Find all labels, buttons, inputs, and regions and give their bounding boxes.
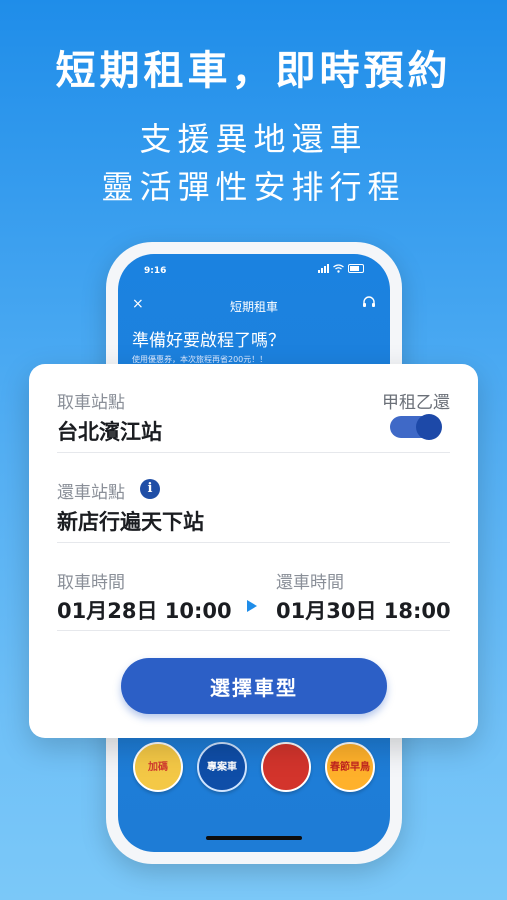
signal-icon [318,264,329,273]
wifi-icon [333,264,344,273]
return-time-label: 還車時間 [276,573,344,593]
status-time: 9:16 [144,266,167,276]
oneway-rental-label: 甲租乙還 [382,393,450,413]
promo-title: 短期租車，即時預約 [55,48,452,94]
return-time-value[interactable]: 01月30日 18:00 [276,595,451,625]
info-icon[interactable]: i [140,479,160,499]
festival-icon[interactable] [261,742,311,792]
trip-question: 準備好要啟程了嗎？ [132,331,285,351]
divider [57,452,450,453]
status-bar: 9:16 [118,264,390,280]
divider [57,542,450,543]
oneway-rental-toggle[interactable] [390,414,442,440]
pickup-time-value[interactable]: 01月28日 10:00 [57,595,232,625]
return-station-value[interactable]: 新店行遍天下站 [57,506,204,536]
pickup-time-label: 取車時間 [57,573,125,593]
customer-service-icon[interactable] [362,296,376,310]
spring-early-bird-icon[interactable]: 春節早鳥 [325,742,375,792]
battery-icon [348,264,364,273]
home-indicator [206,836,302,840]
pickup-station-value[interactable]: 台北濱江站 [57,416,162,446]
select-car-type-button[interactable]: 選擇車型 [121,658,387,714]
toggle-knob [416,414,442,440]
promo-subtitle-line2: 靈活彈性安排行程 [101,168,406,206]
promo-icon-row: 加碼 專案車 春節早鳥 [118,742,390,792]
car-project-icon[interactable]: 專案車 [197,742,247,792]
arrow-right-icon [247,600,257,612]
bonus-icon[interactable]: 加碼 [133,742,183,792]
promo-subtitle-line1: 支援異地還車 [139,120,368,158]
app-header: × 短期租車 [118,294,390,318]
app-title: 短期租車 [229,300,278,314]
pickup-station-label: 取車站點 [57,393,125,413]
status-icons [318,264,364,273]
return-station-label: 還車站點 [57,483,125,503]
divider [57,630,450,631]
booking-card: 取車站點 台北濱江站 甲租乙還 還車站點 i 新店行遍天下站 取車時間 01月2… [29,364,478,738]
